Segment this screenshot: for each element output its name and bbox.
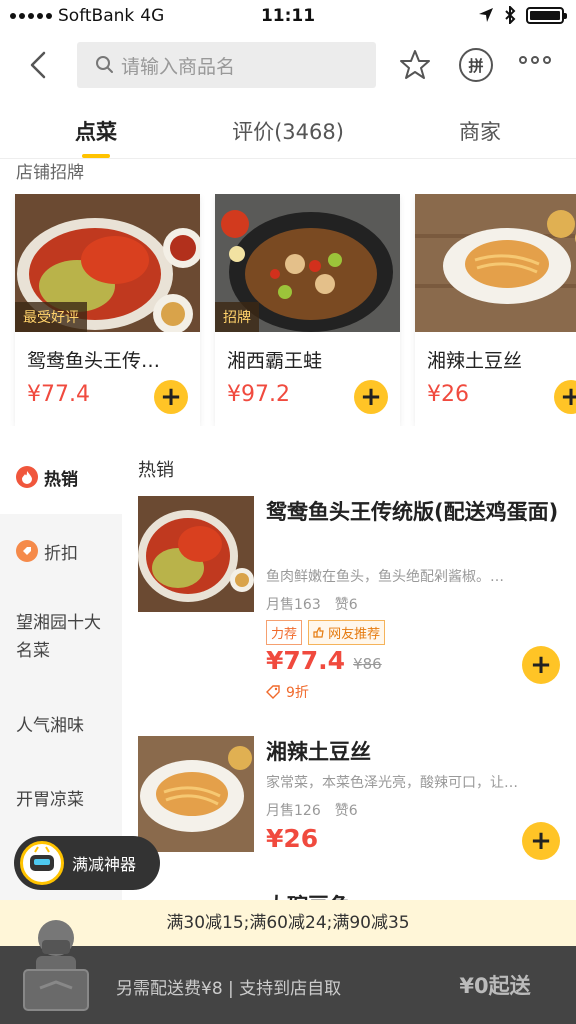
monthly-sales: 月售163 [266, 597, 321, 613]
category-label: 人气湘味 [16, 715, 84, 736]
more-menu-icon[interactable] [519, 56, 551, 64]
dish-name: 鸳鸯鱼头王传… [27, 350, 161, 372]
back-arrow-icon[interactable] [22, 48, 56, 82]
search-icon [96, 56, 113, 73]
dish-description: 家常菜，本菜色泽光亮，酸辣可口，让… [266, 775, 518, 791]
dish-stats: 月售126 赞6 [266, 800, 358, 820]
category-item-popular[interactable]: 人气湘味 [0, 686, 122, 760]
dish-price: ¥77.4 [266, 646, 346, 675]
dish-photo: 招牌 [215, 194, 400, 332]
dish-photo [415, 194, 576, 332]
dish-price: ¥26 [427, 382, 469, 407]
bluetooth-icon [505, 6, 516, 24]
delivery-box-icon[interactable] [20, 916, 92, 1016]
discount-tag-icon [266, 685, 280, 699]
top-nav: 请输入商品名 拼 [0, 36, 576, 96]
discount-icon [16, 540, 38, 562]
monthly-sales: 月售126 [266, 803, 321, 819]
dish-stats: 月售163 赞6 [266, 594, 358, 614]
dish-price: ¥26 [266, 824, 319, 853]
menu-item[interactable]: 鸳鸯鱼头王传统版(配送鸡蛋面) 鱼肉鲜嫩在鱼头，鱼头绝配剁酱椒。… 月售163 … [138, 496, 576, 716]
dish-price: ¥77.4 [27, 382, 90, 407]
tag-recommended: 力荐 [266, 620, 303, 645]
category-item-cold-dishes[interactable]: 开胃凉菜 [0, 760, 122, 834]
search-input[interactable]: 请输入商品名 [77, 42, 376, 88]
dish-name: 湘辣土豆丝 [266, 740, 371, 764]
dish-price: ¥97.2 [227, 382, 290, 407]
menu-item[interactable]: 湘辣土豆丝 家常菜，本菜色泽光亮，酸辣可口，让… 月售126 赞6 ¥26 + [138, 736, 576, 866]
signature-carousel[interactable]: 最受好评 鸳鸯鱼头王传… ¥77.4 + 招牌 湘西霸王蛙 ¥97.2 + 湘辣… [0, 194, 576, 426]
category-sidebar: 热销 折扣 望湘园十大名菜 人气湘味 开胃凉菜 [0, 440, 122, 900]
category-label: 望湘园十大名菜 [16, 613, 101, 661]
dish-badge: 招牌 [215, 302, 259, 332]
dish-price-row: ¥26 [266, 824, 318, 853]
favorite-star-icon[interactable] [398, 48, 432, 82]
dish-name: 湘西霸王蛙 [227, 350, 323, 372]
dish-photo: 最受好评 [15, 194, 200, 332]
tab-reviews[interactable]: 评价(3468) [192, 96, 384, 158]
dish-description: 鱼肉鲜嫩在鱼头，鱼头绝配剁酱椒。… [266, 569, 504, 585]
add-to-cart-button[interactable]: + [554, 380, 576, 414]
tag-netizen-pick: 网友推荐 [308, 620, 386, 645]
cart-bar: 另需配送费¥8 | 支持到店自取 ¥0起送 [0, 920, 576, 1024]
likes: 赞6 [334, 597, 358, 613]
battery-icon [526, 6, 567, 24]
add-to-cart-button[interactable]: + [354, 380, 388, 414]
bot-label: 满减神器 [72, 855, 137, 874]
discount-helper-button[interactable]: 满减神器 [14, 836, 160, 890]
status-bar: SoftBank 4G 11:11 [0, 0, 576, 36]
dish-photo [138, 496, 254, 612]
thumb-icon [313, 627, 324, 638]
dish-tags: 力荐 网友推荐 [266, 620, 386, 645]
category-label: 热销 [44, 469, 78, 490]
checkout-button[interactable]: ¥0起送 [414, 946, 576, 1024]
dish-price-row: ¥77.4 ¥86 [266, 646, 382, 675]
flame-icon [16, 466, 38, 488]
tab-merchant[interactable]: 商家 [384, 96, 576, 158]
add-to-cart-button[interactable]: + [154, 380, 188, 414]
original-price: ¥86 [353, 655, 382, 673]
category-item-hot[interactable]: 热销 [0, 440, 122, 514]
location-arrow-icon [479, 8, 493, 22]
dish-name: 鸳鸯鱼头王传统版(配送鸡蛋面) [266, 500, 559, 524]
add-to-cart-button[interactable]: + [522, 646, 560, 684]
signature-section-title: 店铺招牌 [16, 163, 84, 183]
signature-card[interactable]: 湘辣土豆丝 ¥26 + [415, 194, 576, 426]
tab-bar: 点菜 评价(3468) 商家 [0, 96, 576, 159]
dish-photo [138, 736, 254, 852]
category-label: 折扣 [44, 543, 78, 564]
dish-name: 湘辣土豆丝 [427, 350, 523, 372]
category-item-top10[interactable]: 望湘园十大名菜 [0, 588, 122, 686]
delivery-info: 另需配送费¥8 | 支持到店自取 [116, 979, 342, 999]
category-label: 开胃凉菜 [16, 789, 84, 810]
section-title: 热销 [138, 460, 174, 481]
dish-badge: 最受好评 [15, 302, 87, 332]
signature-card[interactable]: 招牌 湘西霸王蛙 ¥97.2 + [215, 194, 400, 426]
likes: 赞6 [334, 803, 358, 819]
robot-icon [20, 841, 64, 885]
search-placeholder: 请输入商品名 [121, 55, 236, 78]
group-order-button[interactable]: 拼 [459, 48, 493, 82]
signature-card[interactable]: 最受好评 鸳鸯鱼头王传… ¥77.4 + [15, 194, 200, 426]
discount-label: 9折 [266, 682, 309, 702]
category-item-discount[interactable]: 折扣 [0, 514, 122, 588]
add-to-cart-button[interactable]: + [522, 822, 560, 860]
tab-order[interactable]: 点菜 [0, 96, 192, 158]
